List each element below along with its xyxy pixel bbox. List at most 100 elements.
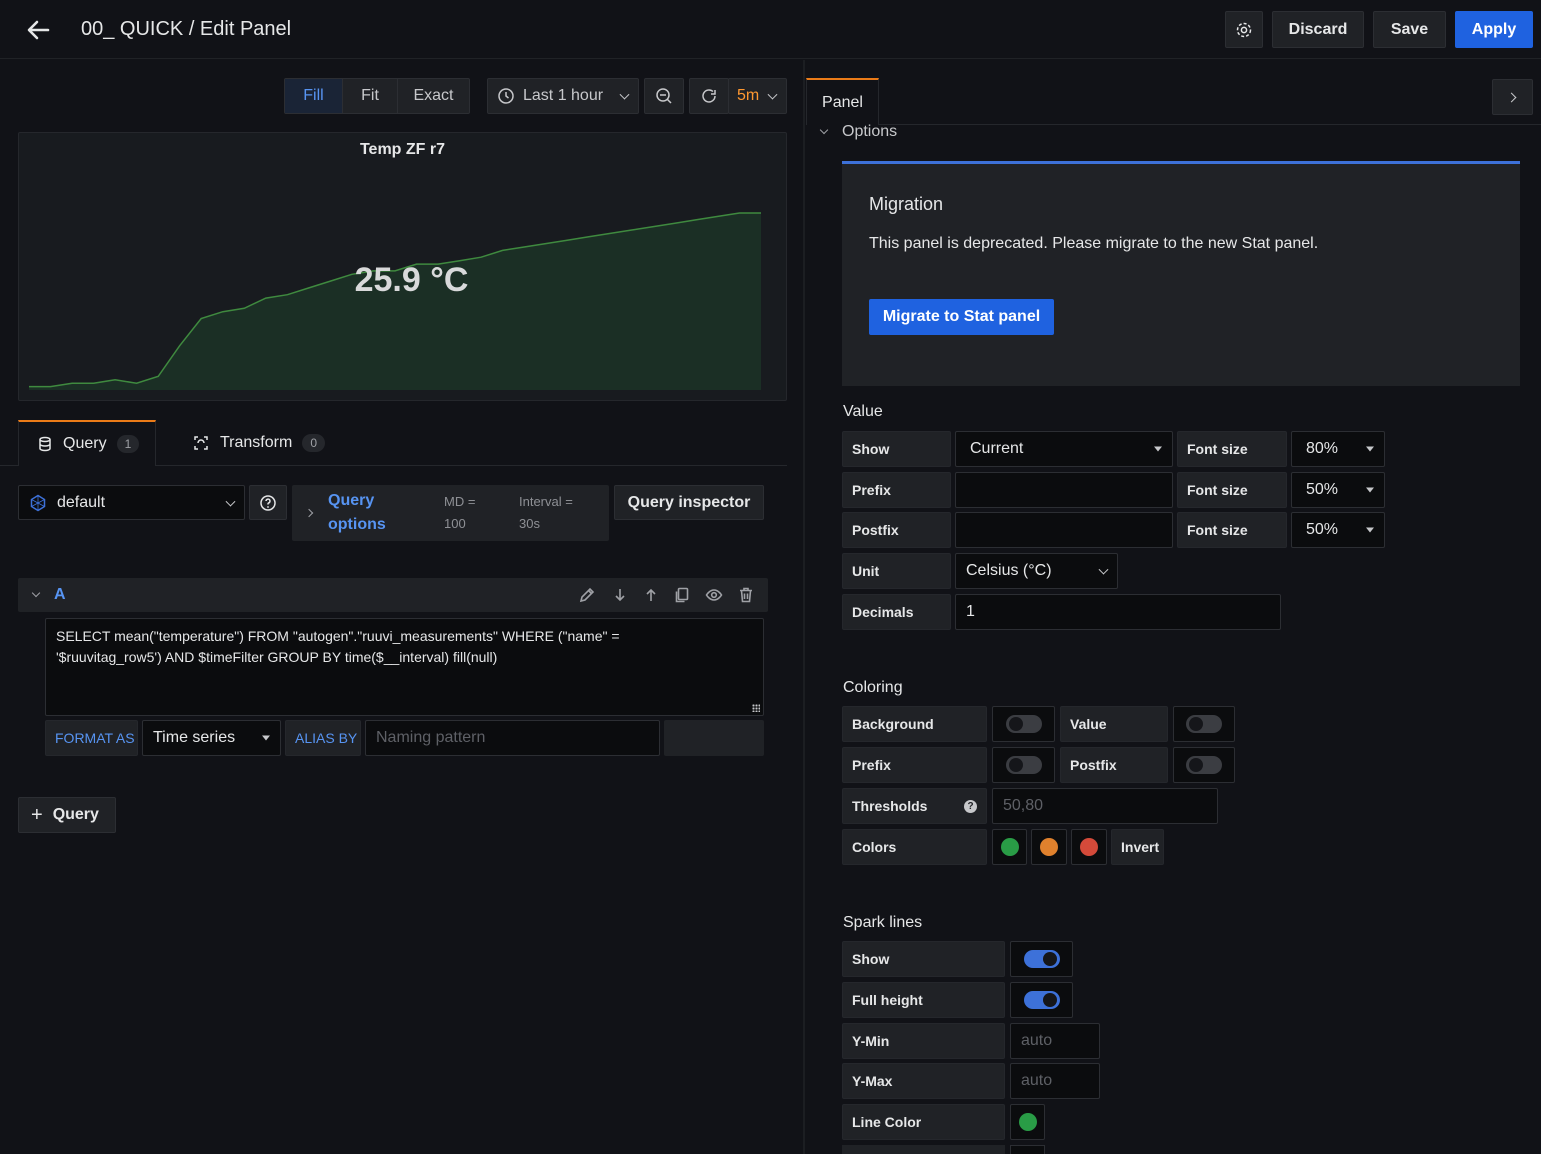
time-range-picker[interactable]: Last 1 hour (487, 78, 639, 114)
fit-mode-button[interactable]: Fit (343, 79, 398, 113)
tab-transform-label: Transform (220, 434, 293, 451)
tab-panel[interactable]: Panel (806, 78, 879, 125)
query-count-badge: 1 (116, 435, 140, 453)
query-options-collapse[interactable]: Query options MD = 100 Interval = 30s (292, 485, 609, 541)
font-size-select-3[interactable]: 50% (1291, 512, 1385, 548)
background-label: Background (842, 706, 987, 742)
datasource-help-button[interactable] (249, 485, 287, 520)
show-select[interactable]: Current (955, 431, 1173, 467)
tab-panel-label: Panel (822, 93, 863, 111)
options-section-toggle[interactable]: Options (818, 122, 1018, 142)
thresholds-label-text: Thresholds (852, 798, 928, 814)
zoom-out-button[interactable] (644, 78, 684, 114)
transform-count-badge: 0 (302, 434, 325, 452)
resize-handle-icon[interactable] (752, 704, 760, 712)
refresh-interval-picker[interactable]: 5m (728, 78, 787, 114)
refresh-interval-label: 5m (737, 87, 760, 104)
spark-show-toggle[interactable] (1023, 950, 1060, 968)
full-height-toggle-wrap (1010, 982, 1073, 1018)
fill-mode-button[interactable]: Fill (285, 79, 343, 113)
postfix-toggle-wrap (1173, 747, 1235, 783)
exact-mode-button[interactable]: Exact (398, 79, 469, 113)
caret-down-icon (1366, 446, 1374, 452)
duplicate-icon[interactable] (673, 586, 691, 604)
chevron-down-icon (767, 89, 778, 100)
sparkline-area (29, 213, 761, 390)
unit-label: Unit (842, 553, 951, 589)
zoom-out-icon (656, 88, 672, 104)
line-color-swatch-wrap (1010, 1104, 1045, 1140)
next-row-partial (842, 1145, 1005, 1154)
format-row-filler (664, 720, 764, 756)
query-options-label-1: Query (328, 492, 375, 509)
add-query-button[interactable]: + Query (18, 797, 116, 833)
font-size-select-2[interactable]: 50% (1291, 472, 1385, 508)
decimals-input[interactable]: 1 (955, 594, 1281, 630)
chevron-right-icon (304, 508, 314, 518)
move-down-icon[interactable] (611, 586, 629, 604)
gear-icon (1236, 22, 1252, 37)
color-swatch-3-wrap (1071, 829, 1107, 865)
query-inspector-button[interactable]: Query inspector (614, 485, 764, 520)
discard-button[interactable]: Discard (1272, 11, 1364, 48)
refresh-button[interactable] (689, 78, 729, 114)
panel-settings-button[interactable] (1225, 11, 1263, 48)
color-swatch-2[interactable] (1040, 838, 1058, 856)
background-toggle-wrap (992, 706, 1055, 742)
query-ref-id[interactable]: A (54, 586, 66, 604)
apply-button[interactable]: Apply (1455, 11, 1533, 48)
trash-icon[interactable] (737, 586, 755, 604)
chevron-right-icon (1506, 92, 1516, 102)
thresholds-label: Thresholds ? (842, 788, 987, 824)
tab-transform[interactable]: Transform 0 (176, 420, 346, 466)
tab-query[interactable]: Query 1 (18, 420, 156, 466)
font-size-value-3: 50% (1306, 521, 1339, 538)
caret-down-icon (1154, 446, 1162, 452)
line-color-swatch[interactable] (1018, 1113, 1037, 1131)
move-up-icon[interactable] (642, 586, 660, 604)
caret-down-icon (1366, 527, 1374, 533)
save-button[interactable]: Save (1373, 11, 1446, 48)
postfix-input[interactable] (955, 512, 1173, 548)
alias-by-input[interactable]: Naming pattern (365, 720, 660, 756)
full-height-toggle[interactable] (1023, 991, 1060, 1009)
color-swatch-1[interactable] (1000, 838, 1019, 856)
format-as-select[interactable]: Time series (142, 720, 281, 756)
postfix-toggle[interactable] (1186, 756, 1222, 774)
ymin-label: Y-Min (842, 1023, 1005, 1059)
show-value: Current (970, 440, 1024, 457)
color-swatch-3[interactable] (1080, 838, 1098, 856)
show-label: Show (842, 431, 951, 467)
datasource-picker[interactable]: default (18, 485, 245, 520)
question-circle-icon[interactable]: ? (964, 800, 977, 813)
collapse-pane-button[interactable] (1492, 79, 1533, 115)
pane-splitter[interactable] (803, 60, 805, 1154)
back-arrow-icon[interactable] (24, 16, 52, 44)
ymin-input[interactable]: auto (1010, 1023, 1100, 1059)
ymax-label: Y-Max (842, 1063, 1005, 1099)
collapse-chevron-icon[interactable] (31, 588, 41, 598)
spark-show-toggle-wrap (1010, 941, 1073, 977)
query-row-header[interactable]: A (18, 578, 768, 612)
prefix-toggle[interactable] (1005, 756, 1042, 774)
font-size-label-2: Font size (1177, 472, 1287, 508)
font-size-select-1[interactable]: 80% (1291, 431, 1385, 467)
unit-picker[interactable]: Celsius (°C) (955, 553, 1118, 589)
edit-icon[interactable] (578, 586, 596, 604)
query-text-editor[interactable]: SELECT mean("temperature") FROM "autogen… (45, 618, 764, 716)
background-toggle[interactable] (1005, 715, 1042, 733)
coloring-section-title: Coloring (843, 679, 903, 696)
migrate-to-stat-button[interactable]: Migrate to Stat panel (869, 299, 1054, 335)
value-toggle[interactable] (1186, 715, 1222, 733)
thresholds-input[interactable]: 50,80 (992, 788, 1218, 824)
eye-icon[interactable] (705, 586, 723, 604)
query-text: SELECT mean("temperature") FROM "autogen… (56, 628, 620, 665)
invert-colors-button[interactable]: Invert (1111, 829, 1164, 865)
full-height-label: Full height (842, 982, 1005, 1018)
md-label: MD = (444, 494, 476, 509)
prefix-input[interactable] (955, 472, 1173, 508)
postfix-label: Postfix (842, 512, 951, 548)
ymax-input[interactable]: auto (1010, 1063, 1100, 1099)
plus-icon: + (31, 803, 43, 826)
transform-icon (194, 436, 208, 450)
